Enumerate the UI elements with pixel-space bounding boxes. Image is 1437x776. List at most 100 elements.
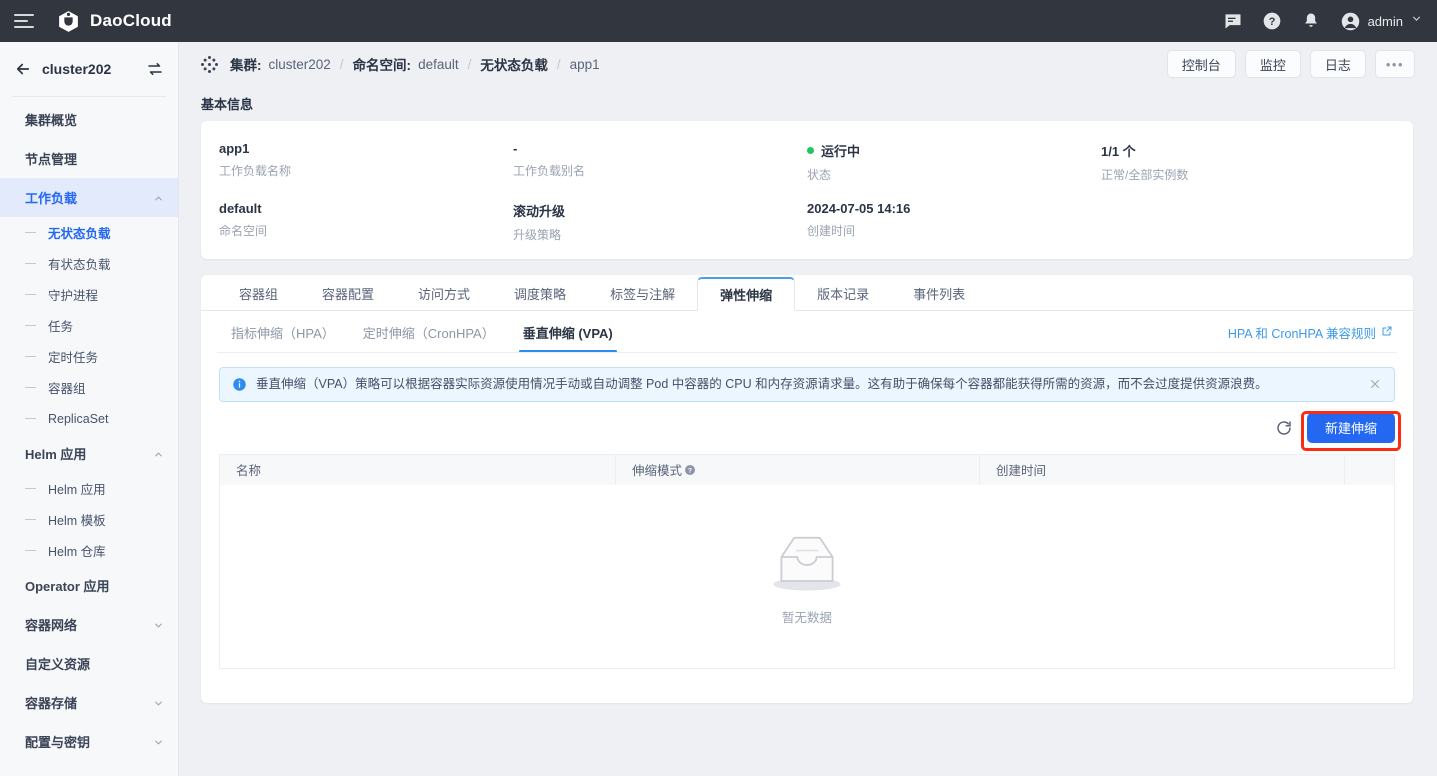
bell-icon[interactable] xyxy=(1301,11,1322,32)
subtab-cronhpa[interactable]: 定时伸缩（CronHPA） xyxy=(349,311,509,353)
sidebar-item-label: 定时任务 xyxy=(48,347,98,366)
user-name: admin xyxy=(1368,14,1403,29)
tab-label: 标签与注解 xyxy=(610,284,675,303)
brand: DaoCloud xyxy=(56,9,172,34)
sidebar-item-cronjob[interactable]: 定时任务 xyxy=(0,341,178,372)
breadcrumb-namespace-value[interactable]: default xyxy=(418,57,459,72)
table-toolbar: 新建伸缩 xyxy=(201,402,1413,454)
cluster-name: cluster202 xyxy=(42,61,146,77)
back-arrow-icon[interactable] xyxy=(14,60,32,78)
sidebar-group-helm[interactable]: Helm 应用 xyxy=(0,434,178,473)
subtab-vpa[interactable]: 垂直伸缩 (VPA) xyxy=(509,311,627,353)
info-field-replicas: 1/1 个 正常/全部实例数 xyxy=(1101,141,1395,183)
tab-label: 访问方式 xyxy=(418,284,470,303)
info-label: 正常/全部实例数 xyxy=(1101,166,1395,183)
info-field-status: 运行中 状态 xyxy=(807,141,1101,183)
close-icon[interactable] xyxy=(1368,377,1382,391)
sidebar-nav: 集群概览 节点管理 工作负载 无状态负载 有状态负载 守护进程 任务 xyxy=(0,97,178,761)
subtab-hpa[interactable]: 指标伸缩（HPA） xyxy=(217,311,349,353)
more-actions-button[interactable]: ••• xyxy=(1375,50,1415,78)
sidebar-group-config[interactable]: 配置与密钥 xyxy=(0,722,178,761)
create-scaling-wrap: 新建伸缩 xyxy=(1307,413,1395,443)
refresh-icon[interactable] xyxy=(1275,419,1293,437)
sidebar-item-label: 容器存储 xyxy=(25,693,77,712)
tab-label: 弹性伸缩 xyxy=(720,285,772,304)
chevron-down-icon xyxy=(153,697,164,708)
empty-state: 暂无数据 xyxy=(220,485,1394,668)
vpa-info-alert: 垂直伸缩（VPA）策略可以根据容器实际资源使用情况手动或自动调整 Pod 中容器… xyxy=(219,367,1395,402)
tab-elastic-scaling[interactable]: 弹性伸缩 xyxy=(697,277,795,311)
avatar-icon xyxy=(1340,11,1361,32)
tab-pods[interactable]: 容器组 xyxy=(217,276,300,310)
info-label: 状态 xyxy=(807,166,1101,183)
info-field-namespace: default 命名空间 xyxy=(219,201,513,243)
status-badge: 运行中 xyxy=(821,141,860,160)
tab-bar: 容器组 容器配置 访问方式 调度策略 标签与注解 弹性伸缩 版本记录 事件列表 xyxy=(201,275,1413,311)
console-button[interactable]: 控制台 xyxy=(1167,50,1236,78)
sidebar-group-storage[interactable]: 容器存储 xyxy=(0,683,178,722)
info-value: 滚动升级 xyxy=(513,201,807,220)
sidebar-item-deployment[interactable]: 无状态负载 xyxy=(0,217,178,248)
help-icon[interactable]: ? xyxy=(1262,11,1283,32)
sidebar-item-pod[interactable]: 容器组 xyxy=(0,372,178,403)
top-bar: DaoCloud ? xyxy=(0,0,1437,42)
breadcrumb-cluster-value[interactable]: cluster202 xyxy=(269,57,331,72)
breadcrumb-workload-type[interactable]: 无状态负载 xyxy=(480,54,548,74)
sidebar-item-label: Operator 应用 xyxy=(25,576,110,595)
tab-label: 容器配置 xyxy=(322,284,374,303)
dash-icon xyxy=(25,232,36,234)
sidebar-item-statefulset[interactable]: 有状态负载 xyxy=(0,248,178,279)
tab-container-config[interactable]: 容器配置 xyxy=(300,276,396,310)
tab-scheduling-policy[interactable]: 调度策略 xyxy=(492,276,588,310)
info-label: 命名空间 xyxy=(219,222,513,239)
breadcrumb-bar: 集群: cluster202 / 命名空间: default / 无状态负载 /… xyxy=(179,42,1437,86)
sidebar-item-helm-repo[interactable]: Helm 仓库 xyxy=(0,535,178,566)
sidebar-item-replicaset[interactable]: ReplicaSet xyxy=(0,403,178,434)
sidebar-group-workload[interactable]: 工作负载 xyxy=(0,178,178,217)
logs-button[interactable]: 日志 xyxy=(1310,50,1366,78)
info-field-empty xyxy=(1101,201,1395,243)
sidebar-item-cluster-overview[interactable]: 集群概览 xyxy=(0,100,178,139)
info-label: 升级策略 xyxy=(513,226,807,243)
hpa-link-label: HPA 和 CronHPA 兼容规则 xyxy=(1228,323,1376,342)
monitor-button[interactable]: 监控 xyxy=(1245,50,1301,78)
sidebar-item-label: 守护进程 xyxy=(48,285,98,304)
svg-text:?: ? xyxy=(1269,16,1276,28)
sidebar-item-label: Helm 应用 xyxy=(25,444,86,463)
tab-version-history[interactable]: 版本记录 xyxy=(795,276,891,310)
switch-cluster-icon[interactable] xyxy=(146,60,164,78)
table-col-actions xyxy=(1345,455,1394,485)
sidebar-item-job[interactable]: 任务 xyxy=(0,310,178,341)
sidebar-item-label: 有状态负载 xyxy=(48,254,111,273)
sidebar-item-helm-app[interactable]: Helm 应用 xyxy=(0,473,178,504)
info-field-workload-name: app1 工作负载名称 xyxy=(219,141,513,183)
sidebar-item-label: 配置与密钥 xyxy=(25,732,90,751)
info-icon xyxy=(232,377,247,392)
sidebar-item-helm-template[interactable]: Helm 模板 xyxy=(0,504,178,535)
table-col-created-time: 创建时间 xyxy=(980,455,1345,485)
info-value-wrap: 运行中 xyxy=(807,141,1101,160)
status-dot-icon xyxy=(807,147,814,154)
sidebar-group-network[interactable]: 容器网络 xyxy=(0,605,178,644)
sidebar-item-daemonset[interactable]: 守护进程 xyxy=(0,279,178,310)
info-field-workload-alias: - 工作负载别名 xyxy=(513,141,807,183)
tab-labels-annotations[interactable]: 标签与注解 xyxy=(588,276,697,310)
sidebar-item-operator-app[interactable]: Operator 应用 xyxy=(0,566,178,605)
message-icon[interactable] xyxy=(1223,11,1244,32)
user-menu[interactable]: admin xyxy=(1340,11,1423,32)
create-scaling-button[interactable]: 新建伸缩 xyxy=(1307,413,1395,443)
hpa-cronhpa-compat-link[interactable]: HPA 和 CronHPA 兼容规则 xyxy=(1228,323,1397,342)
help-circle-icon[interactable]: ? xyxy=(684,464,696,476)
chevron-up-icon xyxy=(153,192,164,203)
tab-access-mode[interactable]: 访问方式 xyxy=(396,276,492,310)
empty-state-text: 暂无数据 xyxy=(782,607,832,626)
dash-icon xyxy=(25,488,36,490)
sidebar-item-label: ReplicaSet xyxy=(48,412,108,426)
sidebar-item-crd[interactable]: 自定义资源 xyxy=(0,644,178,683)
tab-events[interactable]: 事件列表 xyxy=(891,276,987,310)
sidebar-item-label: 自定义资源 xyxy=(25,654,90,673)
sidebar-item-node-management[interactable]: 节点管理 xyxy=(0,139,178,178)
hamburger-icon[interactable] xyxy=(14,14,34,28)
dash-icon xyxy=(25,418,36,420)
column-label: 伸缩模式 xyxy=(632,460,682,479)
